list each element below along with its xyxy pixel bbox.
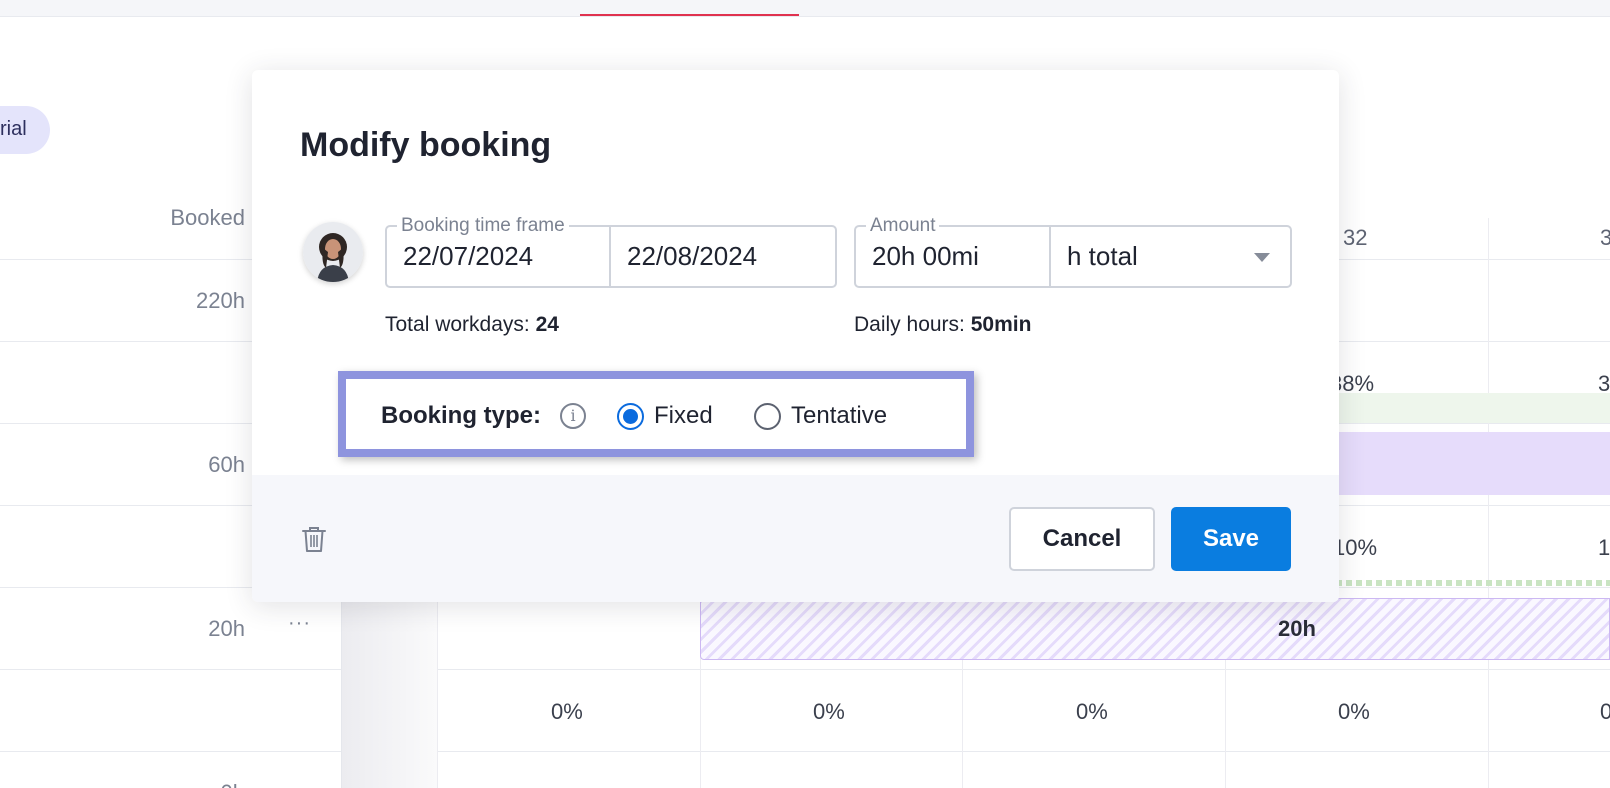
booked-hours-value: 220h [196,288,245,313]
capacity-dashed-band [1336,580,1610,586]
user-avatar [303,222,363,282]
info-icon[interactable]: i [560,403,586,429]
week-column-line [1488,218,1489,788]
daily-hours-value: 50min [970,313,1032,336]
row-divider [0,669,1610,670]
amount-input[interactable]: 20h 00mi [872,241,990,272]
capacity-band [1336,393,1610,423]
time-frame-legend: Booking time frame [397,215,569,237]
total-workdays: Total workdays: 24 [385,313,559,337]
booked-hours-value: 0h [130,780,245,788]
avatar-photo-icon [303,222,363,282]
cancel-button[interactable]: Cancel [1009,507,1155,571]
amount-field: Amount 20h 00mi h total [854,215,1292,288]
radio-fixed-label[interactable]: Fixed [654,402,713,430]
radio-tentative[interactable] [754,403,781,430]
trash-icon[interactable] [301,525,327,553]
column-header-booked: Booked [170,205,245,230]
top-tab-bar [0,0,1610,17]
active-tab-indicator [580,14,799,16]
utilization-percent: 0 [1600,699,1610,724]
utilization-percent: 0% [1338,699,1370,724]
row-more-icon[interactable]: ··· [288,612,311,635]
amount-legend: Amount [866,215,940,237]
radio-fixed[interactable] [617,403,644,430]
booking-type-group: Booking type: i Fixed Tentative [338,371,974,457]
total-workdays-label: Total workdays: [385,313,530,336]
utilization-percent: 0% [551,699,583,724]
field-divider [609,227,611,286]
end-date-input[interactable]: 22/08/2024 [627,241,827,272]
daily-hours: Daily hours: 50min [854,313,1031,337]
utilization-percent: 1 [1598,535,1610,560]
week-header: 3 [1600,225,1610,250]
total-workdays-value: 24 [535,313,559,336]
modify-booking-dialog: Modify booking Booking time frame 22/07/… [252,70,1339,602]
booking-time-frame-field: Booking time frame 22/07/2024 22/08/2024 [385,215,837,288]
booking-type-label: Booking type: [381,402,541,429]
booked-hours-value: 20h [208,616,245,641]
filter-chip-label: rial [0,118,27,140]
row-divider [0,751,1610,752]
utilization-percent: 10% [1333,535,1378,560]
booking-bar-label: 20h [1278,616,1316,641]
dialog-footer: Cancel Save [252,475,1339,602]
week-header: 32 [1343,225,1368,250]
booking-bar[interactable] [1336,432,1610,495]
start-date-input[interactable]: 22/07/2024 [403,241,603,272]
dialog-title: Modify booking [300,126,552,164]
chevron-down-icon [1254,253,1270,262]
utilization-percent: 0% [813,699,845,724]
amount-unit-value: h total [1067,241,1138,271]
utilization-percent: 0% [1076,699,1108,724]
booked-hours-value: 60h [208,452,245,477]
save-button[interactable]: Save [1171,507,1291,571]
tentative-booking-bar[interactable] [700,598,1610,660]
radio-tentative-label[interactable]: Tentative [791,402,887,430]
amount-unit-select[interactable]: h total [1051,227,1290,286]
daily-hours-label: Daily hours: [854,313,965,336]
